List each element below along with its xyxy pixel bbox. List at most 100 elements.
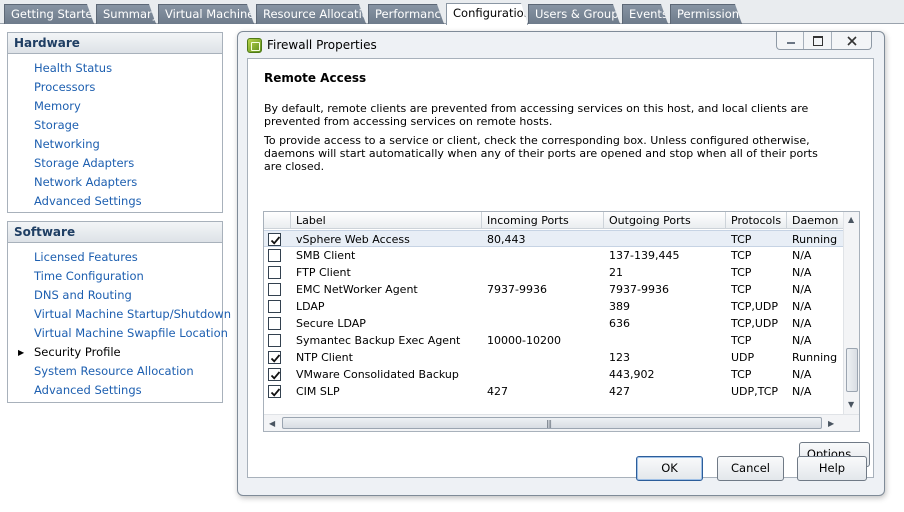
- cell-incoming: [481, 247, 603, 264]
- link-hardware-advanced-settings[interactable]: Advanced Settings: [8, 192, 222, 211]
- col-outgoing-header[interactable]: Outgoing Ports: [603, 212, 725, 229]
- horizontal-scroll-thumb[interactable]: |||: [282, 417, 822, 429]
- cell-protocols: TCP: [731, 266, 752, 279]
- tab-permissions[interactable]: Permissions: [670, 4, 742, 24]
- cell-protocols: TCP: [731, 233, 752, 246]
- help-button[interactable]: Help: [797, 456, 867, 481]
- ok-button[interactable]: OK: [636, 456, 703, 481]
- cell-incoming: [481, 366, 603, 383]
- scroll-left-icon[interactable]: ◀: [269, 419, 275, 428]
- table-row[interactable]: Symantec Backup Exec Agent 10000-10200 TCP…: [264, 332, 844, 349]
- link-dns-routing[interactable]: DNS and Routing: [8, 286, 222, 305]
- scroll-grip-icon: |||: [546, 419, 552, 428]
- cell-outgoing: 7937-9936: [609, 283, 669, 296]
- link-vm-swapfile-location[interactable]: Virtual Machine Swapfile Location: [8, 324, 228, 343]
- cell-outgoing: 389: [609, 300, 630, 313]
- cell-outgoing: [603, 332, 725, 349]
- cell-protocols: TCP: [731, 334, 752, 347]
- col-check-header: [264, 212, 290, 229]
- link-processors[interactable]: Processors: [8, 78, 222, 97]
- cell-incoming: 7937-9936: [487, 283, 547, 296]
- close-icon: [846, 36, 857, 46]
- dialog-titlebar[interactable]: Firewall Properties: [238, 32, 884, 58]
- service-checkbox[interactable]: [268, 300, 281, 313]
- table-row[interactable]: FTP Client 21 TCP N/A: [264, 264, 844, 281]
- service-checkbox[interactable]: [268, 351, 281, 364]
- cell-daemon: N/A: [792, 385, 812, 398]
- cell-outgoing: [603, 231, 725, 248]
- vertical-scrollbar[interactable]: ▲ ▼: [843, 212, 859, 415]
- col-daemon-header[interactable]: Daemon: [786, 212, 844, 229]
- vertical-scroll-thumb[interactable]: [846, 348, 858, 392]
- service-checkbox[interactable]: [268, 283, 281, 296]
- tab-performance[interactable]: Performance: [368, 4, 444, 24]
- tab-getting-started[interactable]: Getting Started: [4, 4, 94, 24]
- cell-incoming: [481, 264, 603, 281]
- cell-label: vSphere Web Access: [296, 233, 410, 246]
- checkmark-icon: [270, 371, 281, 380]
- service-checkbox[interactable]: [268, 249, 281, 262]
- cell-outgoing: 123: [609, 351, 630, 364]
- link-network-adapters[interactable]: Network Adapters: [8, 173, 222, 192]
- service-checkbox[interactable]: [268, 233, 281, 246]
- horizontal-scrollbar[interactable]: ◀ ||| ▶: [264, 414, 859, 431]
- link-system-resource-allocation[interactable]: System Resource Allocation: [8, 362, 222, 381]
- link-time-configuration[interactable]: Time Configuration: [8, 267, 222, 286]
- intro-paragraph: By default, remote clients are prevented…: [264, 102, 809, 128]
- cell-incoming: [481, 315, 603, 332]
- service-checkbox[interactable]: [268, 334, 281, 347]
- tab-virtual-machines[interactable]: Virtual Machines: [158, 4, 254, 24]
- table-row[interactable]: Secure LDAP 636 TCP,UDP N/A: [264, 315, 844, 332]
- col-label-header[interactable]: Label: [290, 212, 481, 229]
- table-row[interactable]: LDAP 389 TCP,UDP N/A: [264, 298, 844, 315]
- col-incoming-header[interactable]: Incoming Ports: [481, 212, 603, 229]
- cell-protocols: UDP: [731, 351, 755, 364]
- link-vm-startup-shutdown[interactable]: Virtual Machine Startup/Shutdown: [8, 305, 231, 324]
- link-security-profile[interactable]: ▶ Security Profile: [8, 343, 222, 362]
- firewall-services-grid: Label Incoming Ports Outgoing Ports Prot…: [263, 211, 860, 432]
- scroll-up-icon[interactable]: ▲: [848, 215, 854, 224]
- link-storage[interactable]: Storage: [8, 116, 222, 135]
- cell-outgoing: 427: [609, 385, 630, 398]
- minimize-button[interactable]: [777, 32, 805, 49]
- link-networking[interactable]: Networking: [8, 135, 222, 154]
- table-row[interactable]: vSphere Web Access 80,443 TCP Running: [264, 230, 844, 247]
- table-row[interactable]: NTP Client 123 UDP Running: [264, 349, 844, 366]
- cell-outgoing: 21: [609, 266, 623, 279]
- software-header: Software: [8, 222, 222, 243]
- maximize-button[interactable]: [804, 32, 832, 49]
- tab-summary[interactable]: Summary: [96, 4, 156, 24]
- cell-daemon: N/A: [792, 249, 812, 262]
- cell-daemon: N/A: [792, 266, 812, 279]
- window-controls: [776, 32, 872, 50]
- service-checkbox[interactable]: [268, 317, 281, 330]
- table-row[interactable]: CIM SLP 427 427 UDP,TCP N/A: [264, 383, 844, 400]
- cell-protocols: TCP: [731, 368, 752, 381]
- link-licensed-features[interactable]: Licensed Features: [8, 248, 222, 267]
- checkmark-icon: [270, 236, 281, 245]
- table-row[interactable]: SMB Client 137-139,445 TCP N/A: [264, 247, 844, 264]
- scroll-right-icon[interactable]: ▶: [828, 419, 834, 428]
- tab-users-groups[interactable]: Users & Groups: [528, 4, 620, 24]
- link-health-status[interactable]: Health Status: [8, 59, 222, 78]
- tab-configuration[interactable]: Configuration: [446, 3, 528, 25]
- col-protocols-header[interactable]: Protocols: [725, 212, 786, 229]
- cancel-button[interactable]: Cancel: [717, 456, 784, 481]
- service-checkbox[interactable]: [268, 368, 281, 381]
- cell-daemon: N/A: [792, 368, 812, 381]
- tab-resource-allocation[interactable]: Resource Allocation: [256, 4, 366, 24]
- close-button[interactable]: [832, 32, 871, 49]
- checkmark-icon: [270, 388, 281, 397]
- table-row[interactable]: VMware Consolidated Backup 443,902 TCP N/A: [264, 366, 844, 383]
- service-checkbox[interactable]: [268, 266, 281, 279]
- link-software-advanced-settings[interactable]: Advanced Settings: [8, 381, 222, 400]
- grid-header: Label Incoming Ports Outgoing Ports Prot…: [264, 212, 844, 229]
- cell-label: CIM SLP: [296, 385, 340, 398]
- cell-incoming: 10000-10200: [487, 334, 561, 347]
- link-storage-adapters[interactable]: Storage Adapters: [8, 154, 222, 173]
- link-memory[interactable]: Memory: [8, 97, 222, 116]
- table-row[interactable]: EMC NetWorker Agent 7937-9936 7937-9936 TCP…: [264, 281, 844, 298]
- tab-events[interactable]: Events: [622, 4, 668, 24]
- scroll-down-icon[interactable]: ▼: [848, 400, 854, 409]
- service-checkbox[interactable]: [268, 385, 281, 398]
